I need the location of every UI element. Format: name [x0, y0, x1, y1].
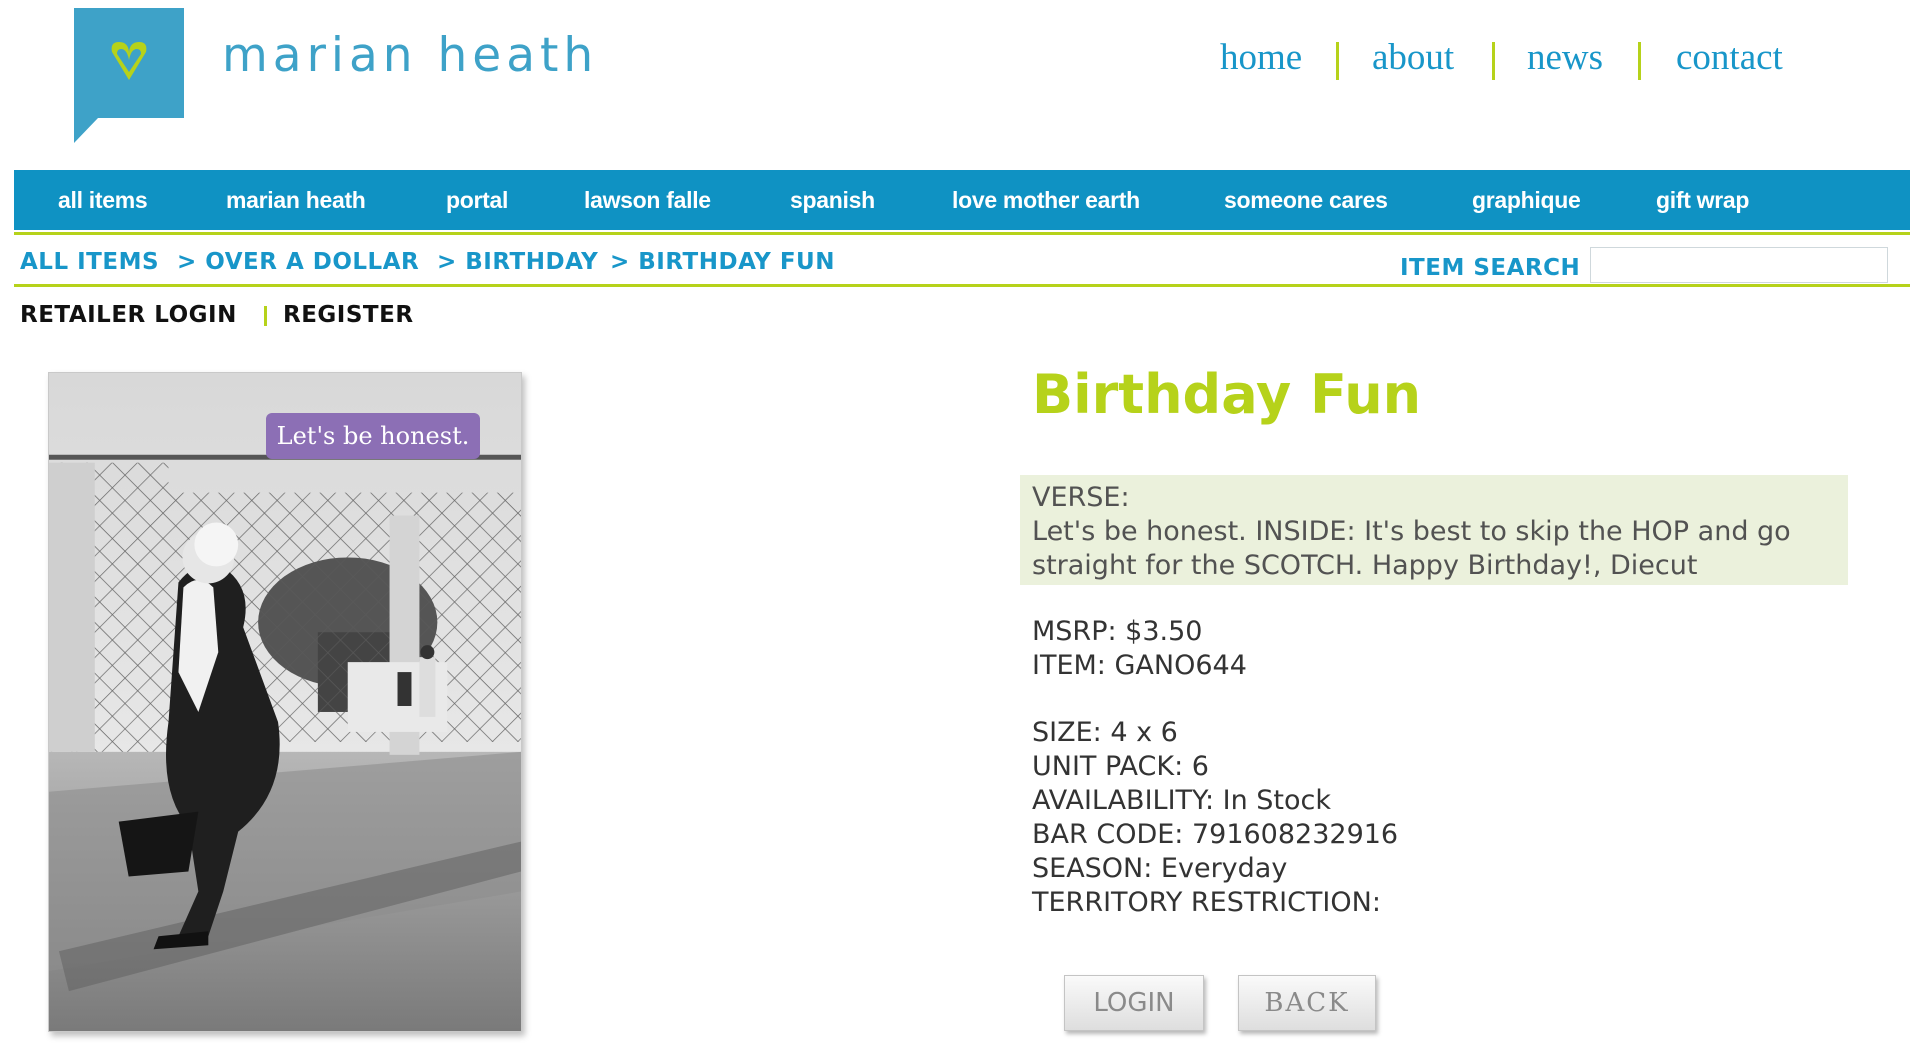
availability-value: AVAILABILITY: In Stock [1032, 785, 1332, 816]
item-search-label: ITEM SEARCH [1400, 255, 1581, 281]
verse-line: Let's be honest. INSIDE: It's best to sk… [1032, 516, 1791, 547]
category-someone-cares[interactable]: someone cares [1224, 187, 1388, 214]
product-photo [49, 373, 521, 1031]
bar-code-value: BAR CODE: 791608232916 [1032, 819, 1399, 850]
nav-separator [1638, 42, 1641, 80]
category-portal[interactable]: portal [446, 187, 508, 214]
login-button[interactable]: LOGIN [1064, 975, 1204, 1031]
breadcrumb-all-items[interactable]: ALL ITEMS [20, 249, 159, 275]
category-all-items[interactable]: all items [58, 187, 148, 214]
territory-restriction: TERRITORY RESTRICTION: [1032, 887, 1381, 918]
account-separator [264, 306, 267, 326]
retailer-login-link[interactable]: RETAILER LOGIN [20, 302, 237, 328]
verse-line: straight for the SCOTCH. Happy Birthday!… [1032, 550, 1698, 581]
product-image[interactable]: Let's be honest. [48, 372, 522, 1032]
category-bar: all items marian heath portal lawson fal… [14, 170, 1910, 230]
product-details: MSRP: $3.50 ITEM: GANO644 SIZE: 4 x 6 UN… [1032, 615, 1398, 920]
category-gift-wrap[interactable]: gift wrap [1656, 187, 1749, 214]
nav-news-link[interactable]: news [1527, 36, 1603, 79]
msrp-value: MSRP: $3.50 [1032, 616, 1203, 647]
category-graphique[interactable]: graphique [1472, 187, 1581, 214]
nav-contact-link[interactable]: contact [1676, 36, 1783, 79]
divider [14, 284, 1910, 287]
nav-separator [1336, 42, 1339, 80]
item-number: ITEM: GANO644 [1032, 650, 1247, 681]
top-nav: home about news contact [1200, 36, 1820, 86]
category-spanish[interactable]: spanish [790, 187, 875, 214]
nav-separator [1492, 42, 1495, 80]
product-title: Birthday Fun [1032, 363, 1422, 426]
category-love-mother-earth[interactable]: love mother earth [952, 187, 1140, 214]
verse-box: VERSE: Let's be honest. INSIDE: It's bes… [1020, 475, 1848, 585]
season-value: SEASON: Everyday [1032, 853, 1288, 884]
breadcrumb-birthday-fun[interactable]: > BIRTHDAY FUN [610, 249, 835, 275]
breadcrumb-over-a-dollar[interactable]: > OVER A DOLLAR [177, 249, 419, 275]
card-caption: Let's be honest. [266, 413, 480, 459]
nav-home-link[interactable]: home [1220, 36, 1302, 79]
logo-icon[interactable] [74, 8, 184, 143]
brand-name[interactable]: marian heath [222, 28, 598, 83]
divider [14, 232, 1910, 235]
unit-pack-value: UNIT PACK: 6 [1032, 751, 1209, 782]
category-marian-heath[interactable]: marian heath [226, 187, 366, 214]
size-value: SIZE: 4 x 6 [1032, 717, 1178, 748]
verse-label: VERSE: [1032, 482, 1130, 513]
nav-about-link[interactable]: about [1372, 36, 1454, 79]
back-button[interactable]: BACK [1238, 975, 1376, 1031]
register-link[interactable]: REGISTER [283, 302, 414, 328]
item-search-input[interactable] [1590, 247, 1888, 283]
breadcrumb-birthday[interactable]: > BIRTHDAY [437, 249, 598, 275]
category-lawson-falle[interactable]: lawson falle [584, 187, 711, 214]
